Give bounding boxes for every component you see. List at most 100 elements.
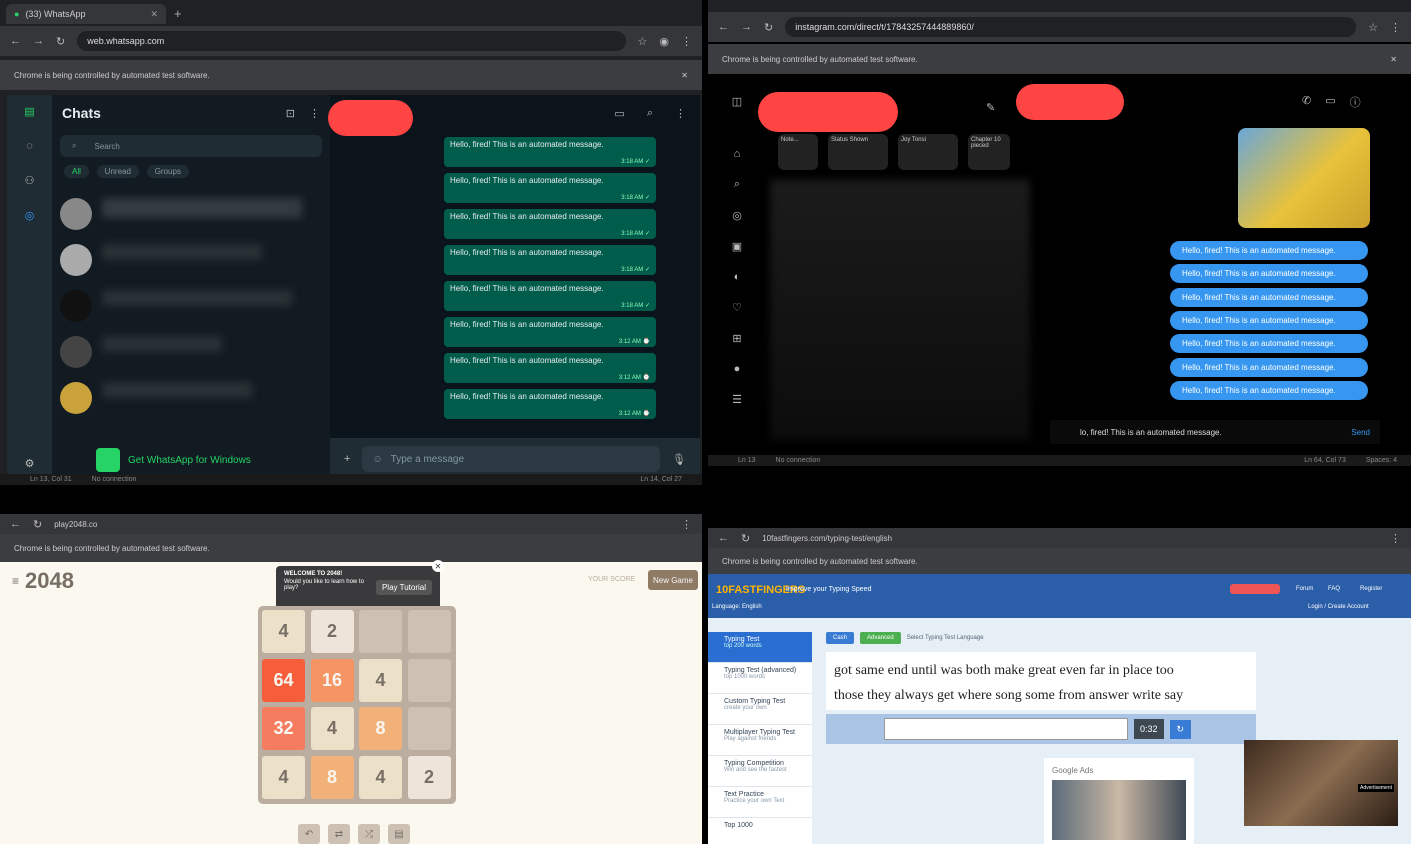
chat-menu-icon[interactable]: ⋮ <box>309 107 320 120</box>
reload-icon[interactable]: ↻ <box>764 21 773 34</box>
new-tab-icon[interactable]: + <box>174 6 182 21</box>
sidebar-item[interactable]: Typing Test (advanced) top 1000 words <box>708 663 812 694</box>
play-tutorial-button[interactable]: Play Tutorial <box>375 580 432 595</box>
restart-icon[interactable]: ↻ <box>1169 719 1192 739</box>
message-bubble[interactable]: Hello, fired! This is an automated messa… <box>444 281 656 311</box>
profile-icon[interactable]: ● <box>734 363 741 375</box>
close-infobar-icon[interactable]: ✕ <box>681 71 688 80</box>
emoji-icon[interactable]: ☺ <box>372 454 382 465</box>
delete-icon[interactable]: ▤ <box>388 824 410 844</box>
home-icon[interactable]: ⌂ <box>734 148 741 160</box>
message-bubble[interactable]: Hello, fired! This is an automated messa… <box>1170 264 1368 284</box>
sidebar-item[interactable]: Text Practice Practice your own Text <box>708 787 812 818</box>
menu-icon[interactable]: ⋮ <box>681 518 692 531</box>
sidebar-item[interactable]: Custom Typing Test create your own <box>708 694 812 725</box>
search-chat-icon[interactable]: ⌕ <box>647 107 653 120</box>
tab-advanced[interactable]: Advanced <box>860 632 901 644</box>
url-text[interactable]: play2048.co <box>54 520 669 529</box>
back-icon[interactable]: ← <box>718 532 729 544</box>
message-bubble[interactable]: Hello, fired! This is an automated messa… <box>444 389 656 419</box>
status-icon[interactable]: ◌ <box>26 140 33 152</box>
shuffle-icon[interactable]: ⤮ <box>358 824 380 844</box>
menu-icon[interactable]: ⋮ <box>1390 532 1401 545</box>
search-input[interactable]: ⌕ Search <box>60 135 322 157</box>
message-bubble[interactable]: Hello, fired! This is an automated messa… <box>444 173 656 203</box>
communities-icon[interactable]: ⚇ <box>25 174 35 187</box>
profile-icon[interactable]: ◉ <box>659 35 669 48</box>
filter-groups[interactable]: Groups <box>146 165 189 178</box>
login-link[interactable]: Login / Create Account <box>1308 604 1369 610</box>
close-popup-icon[interactable]: ✕ <box>432 560 444 572</box>
chat-row[interactable] <box>60 336 302 368</box>
notifications-icon[interactable]: ♡ <box>732 301 742 314</box>
note-item[interactable]: Joy Tonsi <box>898 134 958 170</box>
sidebar-item[interactable]: Typing Test top 200 words <box>708 632 812 663</box>
chat-row[interactable] <box>60 290 302 322</box>
ig-composer[interactable]: lo, fired! This is an automated message.… <box>1050 420 1380 444</box>
nav-faq[interactable]: FAQ <box>1328 586 1340 592</box>
back-icon[interactable]: ← <box>10 35 21 47</box>
message-bubble[interactable]: Hello, fired! This is an automated messa… <box>444 353 656 383</box>
star-icon[interactable]: ☆ <box>1368 21 1378 34</box>
menu-icon[interactable]: ⋮ <box>681 35 692 48</box>
url-field[interactable]: web.whatsapp.com <box>77 31 626 51</box>
message-bubble[interactable]: Hello, fired! This is an automated messa… <box>444 245 656 275</box>
message-bubble[interactable]: Hello, fired! This is an automated messa… <box>1170 357 1368 377</box>
sidebar-item[interactable]: Multiplayer Typing Test Play against frie… <box>708 725 812 756</box>
close-tab-icon[interactable]: ✕ <box>150 9 158 20</box>
message-bubble[interactable]: Hello, fired! This is an automated messa… <box>444 137 656 167</box>
message-bubble[interactable]: Hello, fired! This is an automated messa… <box>1170 287 1368 307</box>
hamburger-icon[interactable]: ≡ <box>12 574 19 588</box>
reload-icon[interactable]: ↻ <box>741 532 750 545</box>
message-bubble[interactable]: Hello, fired! This is an automated messa… <box>1170 310 1368 330</box>
video-icon[interactable]: ▭ <box>1325 94 1335 110</box>
swap-icon[interactable]: ⇄ <box>328 824 350 844</box>
message-bubble[interactable]: Hello, fired! This is an automated messa… <box>1170 241 1368 260</box>
note-item[interactable]: Chapter 10 pieced <box>968 134 1010 170</box>
chat-row[interactable] <box>60 382 302 414</box>
back-icon[interactable]: ← <box>718 21 729 33</box>
create-icon[interactable]: ⊞ <box>732 332 741 345</box>
chat-row[interactable] <box>60 198 302 230</box>
undo-icon[interactable]: ↶ <box>298 824 320 844</box>
info-icon[interactable]: ⓘ <box>1350 94 1361 110</box>
tab-cash[interactable]: Cash <box>826 632 855 644</box>
chats-icon[interactable]: ▤ <box>24 105 34 118</box>
nav-forum[interactable]: Forum <box>1296 586 1313 592</box>
url-text[interactable]: 10fastfingers.com/typing-test/english <box>762 534 1378 543</box>
settings-icon[interactable]: ⚙ <box>25 457 35 470</box>
close-infobar-icon[interactable]: ✕ <box>1390 55 1397 64</box>
message-bubble[interactable]: Hello, fired! This is an automated messa… <box>444 209 656 239</box>
sidebar-item[interactable]: Top 1000 <box>708 818 812 844</box>
menu-icon[interactable]: ⋮ <box>1390 21 1401 34</box>
filter-unread[interactable]: Unread <box>96 165 139 178</box>
chat-options-icon[interactable]: ⋮ <box>675 107 686 120</box>
filter-all[interactable]: All <box>64 165 89 178</box>
attach-icon[interactable]: + <box>344 453 350 465</box>
whatsapp-tab[interactable]: ● (33) WhatsApp ✕ <box>6 4 166 24</box>
search-icon[interactable]: ⌕ <box>734 178 740 191</box>
forward-icon[interactable]: → <box>741 21 752 33</box>
more-icon[interactable]: ☰ <box>732 393 742 406</box>
instagram-logo-icon[interactable]: ◫ <box>732 95 742 108</box>
reels-icon[interactable]: ▣ <box>732 240 742 253</box>
messenger-icon[interactable]: ◐ <box>734 271 741 283</box>
reload-icon[interactable]: ↻ <box>56 35 65 48</box>
message-bubble[interactable]: Hello, fired! This is an automated messa… <box>1170 334 1368 354</box>
message-bubble[interactable]: Hello, fired! This is an automated messa… <box>444 317 656 347</box>
back-icon[interactable]: ← <box>10 518 21 530</box>
video-call-icon[interactable]: ▭ <box>614 107 624 120</box>
language-select[interactable]: Language: English <box>712 604 762 610</box>
ad-image[interactable] <box>1052 780 1186 840</box>
typing-input[interactable] <box>884 718 1128 740</box>
meta-ai-icon[interactable]: ◎ <box>25 209 35 222</box>
compose-icon[interactable]: ✎ <box>986 101 995 114</box>
chat-row[interactable] <box>60 244 302 276</box>
promo-video[interactable]: Advertisement <box>1244 740 1398 826</box>
note-item[interactable]: Note... <box>778 134 818 170</box>
game-board[interactable]: 4 2 64 16 4 32 4 8 4 8 4 2 <box>258 606 456 804</box>
message-bubble[interactable]: Hello, fired! This is an automated messa… <box>1170 380 1368 400</box>
forward-icon[interactable]: → <box>33 35 44 47</box>
get-app-banner[interactable]: Get WhatsApp for Windows <box>96 448 251 472</box>
note-item[interactable]: Status Shown <box>828 134 888 170</box>
